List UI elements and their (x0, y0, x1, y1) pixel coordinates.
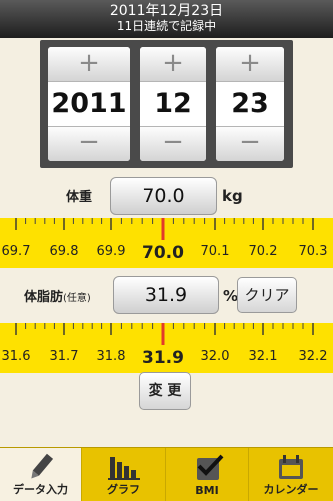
year-value: 2011 (48, 82, 130, 126)
body-fat-ruler[interactable]: 31.6 31.7 31.8 31.9 32.0 32.1 32.2 (0, 323, 333, 373)
calendar-icon (279, 455, 303, 479)
ruler-tick-label: 69.7 (2, 244, 31, 259)
month-minus-button[interactable]: − (140, 126, 206, 161)
body-fat-label: 体脂肪(任意) (24, 286, 91, 305)
ruler-tick-label: 32.0 (201, 349, 230, 364)
current-date: 2011年12月23日 (109, 3, 224, 19)
body-fat-unit: % (223, 287, 239, 305)
ruler-tick-label: 31.9 (142, 348, 184, 368)
pencil-icon (31, 453, 54, 479)
weight-ruler-scale: 69.7 69.8 69.9 70.0 70.1 70.2 70.3 (2, 218, 328, 263)
day-value: 23 (216, 82, 284, 126)
header-bar: 2011年12月23日 11日連続で記録中 (0, 0, 333, 38)
tab-label: グラフ (107, 483, 140, 496)
tab-data-input[interactable]: データ入力 (0, 448, 82, 501)
month-plus-button[interactable]: + (140, 47, 206, 82)
tab-calendar[interactable]: カレンダー (249, 448, 333, 501)
tab-label: BMI (195, 484, 219, 497)
clear-button[interactable]: クリア (237, 277, 297, 313)
ruler-tick-label: 31.7 (50, 349, 79, 364)
bar-chart-icon (108, 457, 140, 480)
day-picker: + 23 − (216, 47, 284, 161)
ruler-tick-label: 70.3 (299, 244, 328, 259)
tab-bmi[interactable]: BMI (166, 448, 249, 501)
weight-unit: kg (222, 187, 243, 205)
date-picker: + 2011 − + 12 − + 23 − (40, 40, 293, 168)
month-value: 12 (140, 82, 206, 126)
ruler-tick-label: 70.0 (142, 243, 184, 263)
ruler-tick-label: 31.8 (97, 349, 126, 364)
ruler-tick-label: 32.1 (249, 349, 278, 364)
body-fat-label-main: 体脂肪 (24, 290, 64, 305)
weight-label: 体重 (66, 190, 93, 205)
ruler-tick-label: 69.8 (50, 244, 79, 259)
change-button[interactable]: 変 更 (139, 372, 191, 410)
ruler-tick-label: 32.2 (299, 349, 328, 364)
weight-field[interactable]: 70.0 (110, 177, 217, 215)
tab-graph[interactable]: グラフ (82, 448, 166, 501)
year-picker: + 2011 − (48, 47, 130, 161)
tab-label: データ入力 (13, 483, 68, 496)
ruler-tick-label: 70.2 (249, 244, 278, 259)
ruler-tick-label: 31.6 (2, 349, 31, 364)
body-fat-label-optional: (任意) (63, 293, 91, 304)
checkmark-icon (197, 454, 224, 480)
day-plus-button[interactable]: + (216, 47, 284, 82)
tab-label: カレンダー (263, 483, 319, 496)
month-picker: + 12 − (140, 47, 206, 161)
year-plus-button[interactable]: + (48, 47, 130, 82)
streak-text: 11日連続で記録中 (116, 19, 217, 33)
year-minus-button[interactable]: − (48, 126, 130, 161)
tab-bar: データ入力 グラフ BMI カレンダー (0, 447, 333, 501)
body-fat-field[interactable]: 31.9 (113, 276, 219, 314)
body-fat-ruler-scale: 31.6 31.7 31.8 31.9 32.0 32.1 32.2 (2, 323, 328, 368)
day-minus-button[interactable]: − (216, 126, 284, 161)
weight-ruler[interactable]: 69.7 69.8 69.9 70.0 70.1 70.2 70.3 (0, 218, 333, 268)
ruler-tick-label: 69.9 (97, 244, 126, 259)
ruler-tick-label: 70.1 (201, 244, 230, 259)
